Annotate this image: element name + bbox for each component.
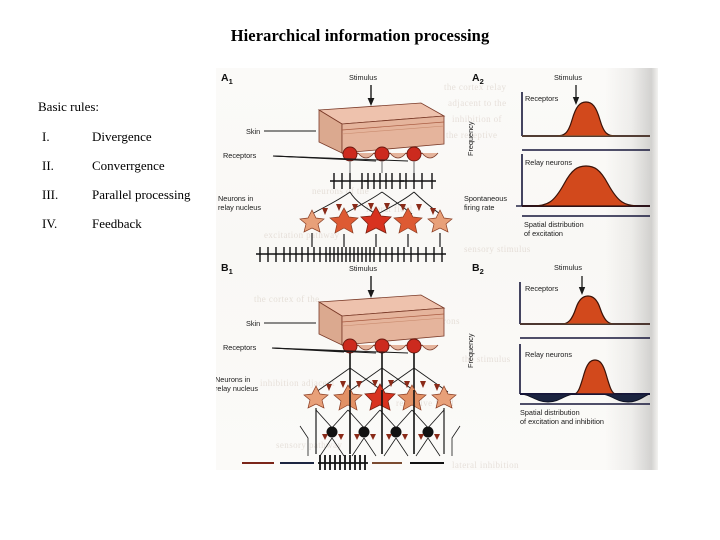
page-title: Hierarchical information processing: [230, 26, 490, 45]
rule-label: Divergence: [92, 129, 152, 144]
receptor-cell: [374, 338, 390, 354]
list-item: I. Divergence: [38, 129, 228, 158]
inhibition-lobe-left: [519, 393, 575, 403]
rule-label: Parallel processing: [92, 187, 191, 202]
panel-b1: B1 Stimulus Skin Receptors Neurons in re…: [216, 258, 461, 470]
receptor-cell: [374, 146, 390, 162]
ghost-text: lateral inhibition: [452, 460, 519, 470]
rule-numeral: III.: [42, 187, 59, 202]
receptor-cell: [406, 146, 422, 162]
list-item: III. Parallel processing: [38, 187, 228, 216]
neuroscience-figure-image: the cortex relay adjacent to the inhibit…: [216, 68, 658, 470]
receptor-response-curve: [522, 101, 650, 137]
receptor-cell: [406, 338, 422, 354]
spike-train-output: [242, 455, 444, 470]
rule-numeral: IV.: [42, 216, 58, 231]
relay-neuron-row: [299, 206, 453, 234]
panel-b2: B2 Stimulus Receptors Relay neurons Freq…: [466, 258, 658, 448]
inhibition-lobe-right: [601, 393, 651, 403]
receptor-response-curve: [520, 295, 650, 325]
basic-rules-list: Basic rules: I. Divergence II. Converrge…: [38, 99, 228, 245]
spike-train-receptors: [330, 173, 436, 189]
relay-response-curve: [568, 359, 622, 395]
panel-a2: A2 Stimulus Receptors Relay neurons Freq…: [464, 68, 658, 264]
list-item: IV. Feedback: [38, 216, 228, 245]
list-item: II. Converrgence: [38, 158, 228, 187]
relay-neuron-row: [303, 383, 457, 411]
rules-heading: Basic rules:: [38, 99, 100, 114]
rule-label: Converrgence: [92, 158, 165, 173]
panel-a1: A1 Stimulus Skin Receptors Neurons in re…: [216, 68, 453, 264]
rule-numeral: II.: [42, 158, 54, 173]
rule-label: Feedback: [92, 216, 142, 231]
relay-response-curve: [522, 165, 650, 207]
presentation-slide: Hierarchical information processing Basi…: [0, 0, 720, 540]
rule-numeral: I.: [42, 129, 50, 144]
